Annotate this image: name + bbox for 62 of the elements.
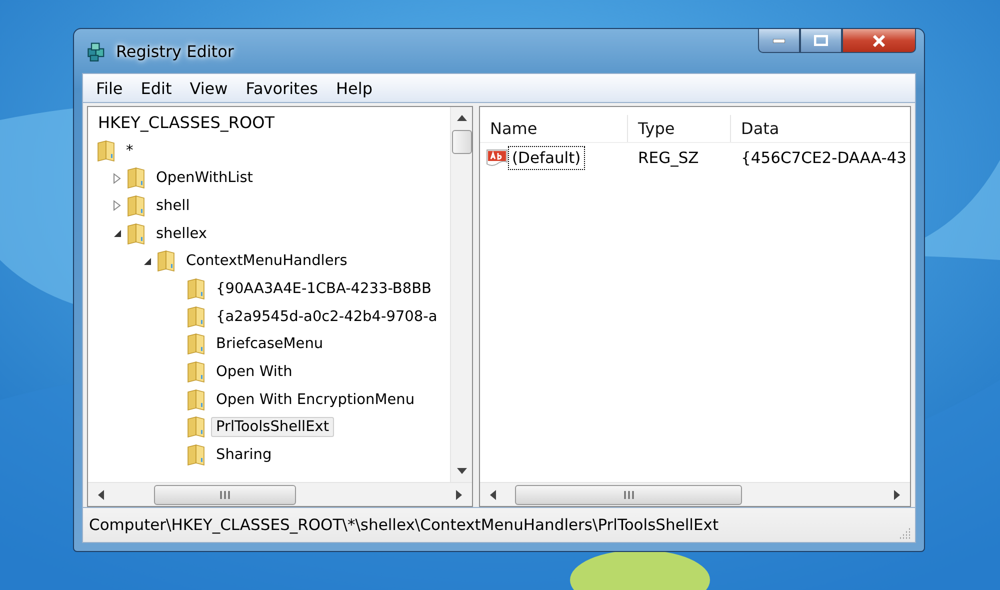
window-title: Registry Editor (116, 42, 234, 60)
folder-icon (126, 222, 146, 245)
status-path: Computer\HKEY_CLASSES_ROOT\*\shellex\ContextMenuHandlers\PrlToolsShellExt (89, 516, 719, 534)
menu-item[interactable]: View (180, 78, 237, 98)
maximize-icon (814, 35, 828, 46)
menu-item[interactable]: File (87, 78, 132, 98)
menu-item[interactable]: Favorites (236, 78, 328, 98)
tree-item[interactable]: shell (151, 196, 195, 216)
maximize-button[interactable] (800, 29, 842, 53)
grip-icon (219, 490, 231, 498)
tree-item[interactable]: Sharing (211, 445, 277, 466)
folder-icon (186, 333, 206, 356)
folder-icon (186, 416, 206, 438)
folder-icon (186, 306, 206, 328)
expanded-arrow-icon[interactable] (142, 256, 152, 266)
folder-icon (126, 167, 146, 190)
collapsed-arrow-icon[interactable] (113, 172, 121, 184)
value-name[interactable]: (Default) (508, 146, 585, 170)
tree-item[interactable]: OpenWithList (151, 168, 258, 188)
menu-item[interactable]: Help (327, 78, 382, 98)
tree-item[interactable]: * (121, 140, 138, 161)
table-cell-text: {456C7CE2-DAAA-43 (740, 149, 908, 167)
grip-icon (622, 490, 634, 498)
folder-icon (186, 278, 206, 300)
folder-icon (186, 361, 206, 384)
folder-icon (186, 444, 206, 466)
tree-item[interactable]: Open With EncryptionMenu (211, 390, 420, 410)
collapsed-arrow-icon[interactable] (113, 200, 121, 212)
folder-icon (156, 250, 176, 272)
minimize-icon (773, 38, 785, 42)
tree-item[interactable]: BriefcaseMenu (211, 334, 328, 354)
tree-item[interactable]: PrlToolsShellExt (211, 417, 334, 438)
scroll-right-icon[interactable] (456, 490, 462, 500)
scrollbar-thumb[interactable] (452, 130, 472, 154)
table-cell-text: REG_SZ (637, 149, 700, 167)
folder-icon (186, 388, 206, 411)
horizontal-scrollbar[interactable] (480, 482, 910, 506)
column-header[interactable]: Type (628, 115, 731, 142)
tree-item[interactable]: {90AA3A4E-1CBA-4233-B8BB (211, 278, 436, 299)
tree-item[interactable]: ContextMenuHandlers (181, 251, 352, 272)
resize-grip-icon[interactable] (899, 527, 911, 539)
tree-item[interactable]: HKEY_CLASSES_ROOT (98, 113, 274, 132)
scroll-left-icon[interactable] (98, 490, 104, 500)
tree-item[interactable]: {a2a9545d-a0c2-42b4-9708-a (211, 306, 442, 327)
scroll-down-icon[interactable] (456, 468, 466, 474)
vertical-scrollbar[interactable] (450, 107, 472, 482)
minimize-button[interactable] (758, 29, 800, 53)
menu-item[interactable]: Edit (132, 78, 181, 98)
tree-item[interactable]: shellex (151, 224, 212, 244)
horizontal-scrollbar[interactable] (88, 482, 472, 506)
column-header[interactable]: Name (480, 115, 628, 142)
string-value-icon (486, 148, 508, 168)
expanded-arrow-icon[interactable] (112, 229, 122, 238)
close-icon (872, 34, 886, 46)
column-header[interactable]: Data (731, 115, 910, 142)
scroll-up-icon[interactable] (456, 115, 466, 121)
scroll-right-icon[interactable] (894, 490, 900, 500)
folder-icon (96, 140, 116, 162)
folder-icon (126, 194, 146, 217)
close-button[interactable] (842, 29, 916, 53)
tree-item[interactable]: Open With (211, 362, 298, 382)
scroll-left-icon[interactable] (490, 490, 496, 500)
